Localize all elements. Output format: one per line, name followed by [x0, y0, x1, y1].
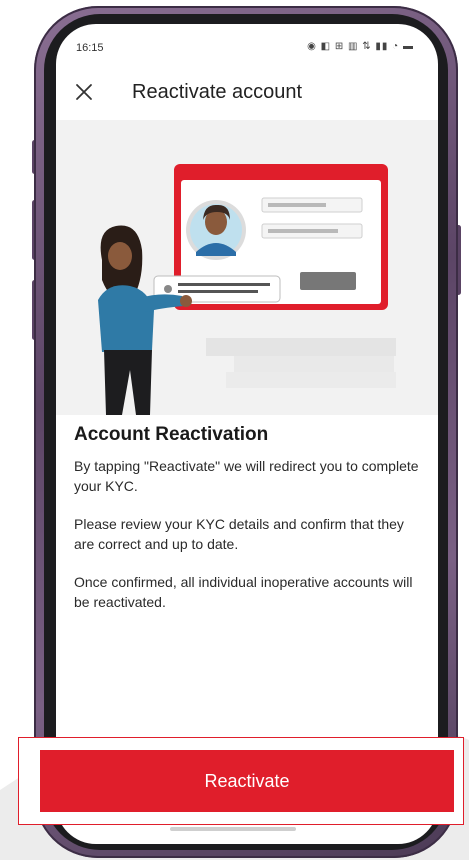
status-icons: ◉ ◧ ⊞ ▥ ⇅ ▮▮ ◔ ▬ [307, 41, 414, 52]
kyc-illustration [56, 120, 438, 415]
reactivate-button[interactable]: Reactivate [40, 750, 454, 812]
page-title: Reactivate account [132, 81, 303, 103]
app-header: Reactivate account [56, 70, 438, 114]
kyc-illustration-graphic [98, 164, 396, 415]
close-icon [76, 84, 92, 100]
content-section: Account Reactivation By tapping "Reactiv… [74, 424, 424, 630]
home-indicator [170, 827, 296, 831]
close-button[interactable] [68, 76, 100, 108]
content-paragraph-2: Please review your KYC details and confi… [74, 516, 404, 552]
content-paragraph-1: By tapping "Reactivate" we will redirect… [74, 458, 419, 494]
status-time: 16:15 [76, 42, 104, 54]
content-paragraph-3: Once confirmed, all individual inoperati… [74, 574, 413, 610]
content-title: Account Reactivation [74, 424, 269, 445]
phone-screen: 16:15 ◉ ◧ ⊞ ▥ ⇅ ▮▮ ◔ ▬ Reactivate accoun… [56, 24, 438, 844]
status-bar: 16:15 ◉ ◧ ⊞ ▥ ⇅ ▮▮ ◔ ▬ [56, 24, 438, 64]
